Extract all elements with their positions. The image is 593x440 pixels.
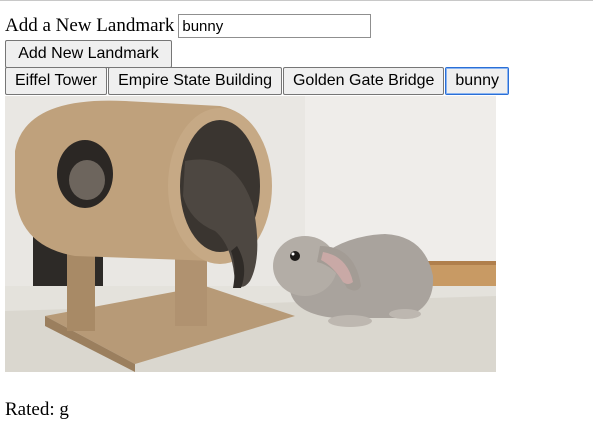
tab-empire-state-building[interactable]: Empire State Building [108,67,282,95]
landmark-tabs: Eiffel Tower Empire State Building Golde… [5,67,510,95]
add-landmark-label: Add a New Landmark [5,15,175,36]
add-new-landmark-button[interactable]: Add New Landmark [5,40,172,68]
tab-eiffel-tower[interactable]: Eiffel Tower [5,67,108,95]
top-divider [0,0,593,1]
landmark-image [5,96,496,372]
add-landmark-row: Add a New Landmark [5,12,372,40]
rating-text: Rated: g [5,399,69,420]
tab-bunny[interactable]: bunny [445,67,509,95]
tab-golden-gate-bridge[interactable]: Golden Gate Bridge [282,67,445,95]
landmark-name-input[interactable] [178,14,372,38]
